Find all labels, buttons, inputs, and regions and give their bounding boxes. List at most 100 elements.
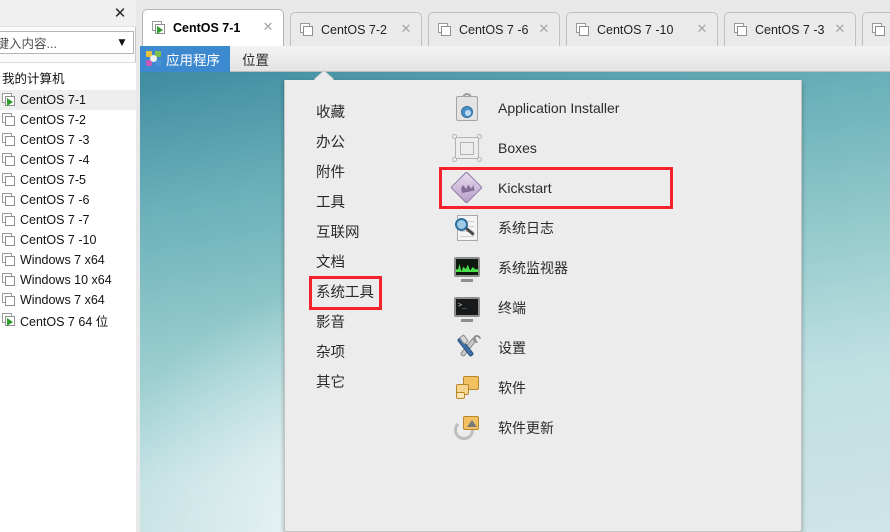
- menu-category[interactable]: 杂项: [285, 338, 395, 368]
- library-item[interactable]: CentOS 7 -10: [0, 230, 136, 250]
- vm-stopped-icon: [2, 273, 17, 287]
- menu-application-label: 设置: [498, 340, 526, 356]
- menu-pointer-arrow: [314, 71, 334, 80]
- menu-application-label: 软件: [498, 380, 526, 396]
- close-icon[interactable]: ✕: [261, 21, 275, 35]
- vm-tab-label: CentOS 7 -3: [755, 22, 825, 37]
- library-item-label: CentOS 7-1: [20, 93, 87, 107]
- library-item-label: CentOS 7 -3: [20, 133, 90, 147]
- applications-menu-label: 应用程序: [166, 52, 220, 68]
- library-item[interactable]: Windows 7 x64: [0, 250, 136, 270]
- close-icon[interactable]: ✕: [399, 23, 413, 37]
- library-item-label: CentOS 7-2: [20, 113, 87, 127]
- vm-tab[interactable]: CentOS 7 -6 ✕: [428, 12, 560, 46]
- menu-application-item[interactable]: 软件: [440, 368, 790, 408]
- menu-category[interactable]: 收藏: [285, 98, 395, 128]
- tab-strip: CentOS 7-1 ✕ CentOS 7-2 ✕ CentOS 7 -6 ✕ CentOS…: [136, 0, 890, 46]
- menu-category[interactable]: 其它: [285, 368, 395, 398]
- vm-tab-label: CentOS 7-1: [173, 21, 241, 35]
- library-item[interactable]: CentOS 7-2: [0, 110, 136, 130]
- vm-stopped-icon: [300, 22, 315, 37]
- vm-tab[interactable]: CentOS 7 -3 ✕: [724, 12, 856, 46]
- menu-category[interactable]: 附件: [285, 158, 395, 188]
- library-header: ✕: [0, 0, 136, 27]
- vm-stopped-icon: [2, 173, 17, 187]
- library-item-label: CentOS 7 -6: [20, 193, 90, 207]
- menu-application-item[interactable]: 系统日志: [440, 208, 790, 248]
- places-menu-button[interactable]: 位置: [230, 49, 281, 69]
- menu-application-item[interactable]: >_ 终端: [440, 288, 790, 328]
- applications-menu-button[interactable]: 应用程序: [140, 45, 230, 72]
- library-item-label: Windows 7 x64: [20, 253, 105, 267]
- menu-category[interactable]: 办公: [285, 128, 395, 158]
- vm-library-panel: ✕ 在此处键入内容... ▼ 我的计算机 CentOS 7-1 CentOS 7-…: [0, 0, 136, 532]
- library-item-label: CentOS 7-5: [20, 173, 87, 187]
- vm-stopped-icon: [2, 293, 17, 307]
- menu-application-item[interactable]: 设置: [440, 328, 790, 368]
- library-item[interactable]: CentOS 7 -6: [0, 190, 136, 210]
- gnome-top-bar: 应用程序 位置: [140, 45, 890, 72]
- vm-tab[interactable]: CentOS 7-2 ✕: [290, 12, 422, 46]
- menu-application-label: 系统日志: [498, 220, 554, 236]
- vm-stopped-icon: [2, 153, 17, 167]
- vm-window: CentOS 7-1 ✕ CentOS 7-2 ✕ CentOS 7 -6 ✕ CentOS…: [136, 0, 890, 532]
- close-icon[interactable]: ✕: [695, 23, 709, 37]
- search-input[interactable]: 在此处键入内容... ▼: [0, 31, 134, 54]
- menu-application-label: 软件更新: [498, 420, 554, 436]
- vm-stopped-icon: [872, 22, 887, 37]
- search-input-value: 在此处键入内容...: [0, 37, 57, 51]
- kickstart-icon: [450, 171, 483, 204]
- library-item[interactable]: CentOS 7 64 位: [0, 310, 136, 330]
- library-item[interactable]: CentOS 7 -7: [0, 210, 136, 230]
- close-icon[interactable]: ✕: [833, 23, 847, 37]
- category-column[interactable]: 收藏 办公 附件 工具 互联网 文档 系统工具 影音 杂项 其它: [285, 98, 395, 398]
- application-column[interactable]: Application Installer Boxes Kickstart 系统日志系…: [439, 88, 790, 448]
- library-item[interactable]: CentOS 7 -4: [0, 150, 136, 170]
- menu-application-item[interactable]: Application Installer: [440, 88, 790, 128]
- library-item[interactable]: Windows 10 x64: [0, 270, 136, 290]
- menu-application-item[interactable]: Boxes: [440, 128, 790, 168]
- library-item[interactable]: CentOS 7-5: [0, 170, 136, 190]
- menu-application-item[interactable]: 系统监视器: [440, 248, 790, 288]
- library-item[interactable]: CentOS 7-1: [0, 90, 136, 110]
- menu-category[interactable]: 影音: [285, 308, 395, 338]
- library-item[interactable]: Windows 7 x64: [0, 290, 136, 310]
- library-group-label: 我的计算机: [2, 72, 65, 86]
- vm-running-icon: [152, 21, 167, 35]
- vm-stopped-icon: [2, 113, 17, 127]
- menu-application-item[interactable]: 软件更新: [440, 408, 790, 448]
- vm-running-icon: [2, 313, 17, 327]
- vm-stopped-icon: [734, 22, 749, 37]
- menu-application-label: 系统监视器: [498, 260, 568, 276]
- vm-tab-label: CentOS 7 -6: [459, 22, 529, 37]
- close-icon[interactable]: ✕: [537, 23, 551, 37]
- menu-category[interactable]: 文档: [285, 248, 395, 278]
- vm-running-icon: [2, 93, 17, 107]
- vm-tab-label: CentOS 7-2: [321, 22, 388, 37]
- close-icon[interactable]: ✕: [110, 3, 130, 23]
- vm-tab-overflow[interactable]: [862, 12, 890, 46]
- settings-icon: [452, 333, 483, 363]
- menu-category[interactable]: 互联网: [285, 218, 395, 248]
- system-monitor-icon: [452, 253, 482, 283]
- library-item-label: CentOS 7 -7: [20, 213, 90, 227]
- vm-tab[interactable]: CentOS 7 -10 ✕: [566, 12, 718, 46]
- applications-menu-popup: 收藏 办公 附件 工具 互联网 文档 系统工具 影音 杂项 其它 Application Inst…: [284, 71, 802, 532]
- library-item-label: CentOS 7 64 位: [20, 314, 109, 329]
- library-item[interactable]: CentOS 7 -3: [0, 130, 136, 150]
- vm-stopped-icon: [2, 193, 17, 207]
- vm-stopped-icon: [2, 133, 17, 147]
- vm-library-tree[interactable]: 我的计算机 CentOS 7-1 CentOS 7-2 CentOS 7 -3 Cen…: [0, 62, 136, 532]
- chevron-down-icon[interactable]: ▼: [111, 38, 133, 48]
- library-item-label: CentOS 7 -10: [20, 233, 97, 247]
- vm-tab[interactable]: CentOS 7-1 ✕: [142, 9, 284, 46]
- menu-category[interactable]: 工具: [285, 188, 395, 218]
- menu-application-item[interactable]: Kickstart: [439, 167, 673, 209]
- library-item-label: Windows 10 x64: [20, 273, 112, 287]
- library-item-label: CentOS 7 -4: [20, 153, 90, 167]
- vm-stopped-icon: [438, 22, 453, 37]
- menu-category[interactable]: 系统工具: [309, 276, 382, 310]
- menu-application-label: 终端: [498, 300, 526, 316]
- menu-application-label: Boxes: [498, 140, 537, 156]
- boxes-icon: [452, 133, 482, 163]
